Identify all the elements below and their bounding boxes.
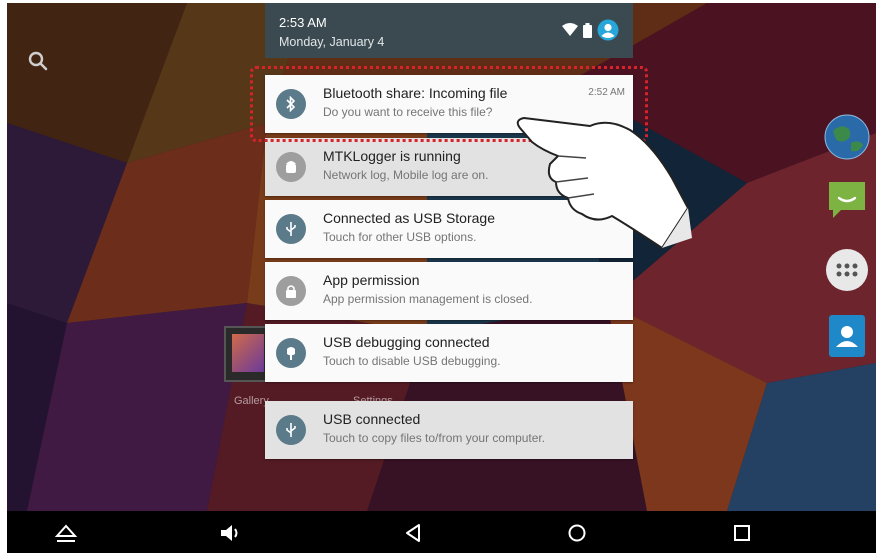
- status-icons: [562, 19, 619, 41]
- date: Monday, January 4: [279, 35, 385, 49]
- clock: 2:53 AM: [279, 15, 327, 30]
- notification-subtitle: App permission management is closed.: [323, 292, 533, 306]
- eject-icon[interactable]: [54, 521, 78, 545]
- notification-usb-connected[interactable]: USB connected Touch to copy files to/fro…: [265, 401, 633, 459]
- android-icon: [276, 152, 306, 182]
- hand-pointer-icon: [516, 117, 692, 249]
- notification-title: MTKLogger is running: [323, 148, 461, 164]
- notification-subtitle: Network log, Mobile log are on.: [323, 168, 489, 182]
- browser-icon[interactable]: [823, 113, 871, 161]
- user-account-icon[interactable]: [597, 19, 619, 41]
- notification-shade-header: 2:53 AM Monday, January 4: [265, 3, 633, 58]
- wifi-icon: [562, 23, 578, 36]
- home-icon[interactable]: [565, 521, 589, 545]
- notification-title: USB debugging connected: [323, 334, 490, 350]
- device-screen: Gallery Settings 2:53 AM Monday, January…: [7, 3, 876, 553]
- navigation-bar: [7, 511, 876, 553]
- lock-icon: [276, 276, 306, 306]
- notification-app-permission[interactable]: App permission App permission management…: [265, 262, 633, 320]
- messaging-icon[interactable]: [823, 176, 871, 224]
- gallery-label: Gallery: [234, 395, 269, 407]
- app-drawer-icon[interactable]: [823, 246, 871, 294]
- notification-usb-debugging[interactable]: USB debugging connected Touch to disable…: [265, 324, 633, 382]
- recents-icon[interactable]: [730, 521, 754, 545]
- back-icon[interactable]: [401, 521, 425, 545]
- debug-icon: [276, 338, 306, 368]
- notification-subtitle: Touch to copy files to/from your compute…: [323, 431, 546, 445]
- usb-icon: [276, 415, 306, 445]
- contacts-icon[interactable]: [823, 311, 871, 359]
- notification-title: Connected as USB Storage: [323, 210, 495, 226]
- notification-subtitle: Touch to disable USB debugging.: [323, 354, 501, 368]
- volume-icon[interactable]: [218, 521, 242, 545]
- notification-title: App permission: [323, 272, 420, 288]
- notification-subtitle: Touch for other USB options.: [323, 230, 477, 244]
- search-icon[interactable]: [26, 49, 50, 73]
- notification-title: USB connected: [323, 411, 421, 427]
- usb-icon: [276, 214, 306, 244]
- battery-icon: [583, 22, 592, 38]
